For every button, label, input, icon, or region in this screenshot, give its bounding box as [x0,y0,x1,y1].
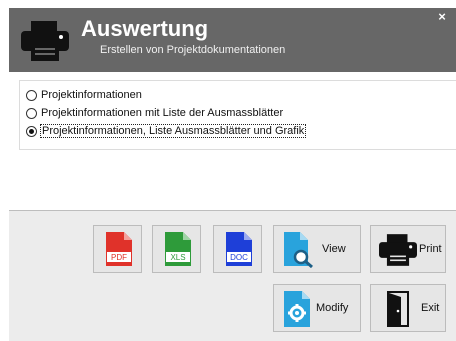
option-project-info-list[interactable]: Projektinformationen mit Liste der Ausma… [26,105,283,121]
close-icon[interactable]: × [435,10,449,24]
print-button[interactable]: Print [370,225,446,273]
view-file-icon [284,232,313,268]
exit-label: Exit [421,302,440,314]
report-options-group: Projektinformationen Projektinformatione… [19,80,456,150]
modify-label: Modify [316,302,349,314]
view-label: View [322,243,346,255]
exit-button[interactable]: Exit [370,284,446,332]
dialog-title: Auswertung [81,16,209,41]
svg-text:XLS: XLS [170,253,185,262]
button-bar: PDF XLS DOC View Print Modify Exit [9,211,456,341]
print-label: Print [419,243,442,255]
radio-button[interactable] [26,89,37,101]
radio-button-selected[interactable] [26,125,37,137]
modify-button[interactable]: Modify [273,284,361,332]
option-label: Projektinformationen, Liste Ausmassblätt… [39,124,307,138]
option-project-info-list-graphic[interactable]: Projektinformationen, Liste Ausmassblätt… [26,123,307,139]
svg-text:DOC: DOC [230,253,248,262]
dialog-header: Auswertung Erstellen von Projektdokument… [9,8,456,72]
exit-door-icon [387,291,409,327]
option-label: Projektinformationen [41,89,142,101]
option-project-info[interactable]: Projektinformationen [26,87,142,103]
printer-icon [21,21,69,61]
export-doc-button[interactable]: DOC [213,225,262,273]
modify-file-icon [284,291,310,327]
export-pdf-button[interactable]: PDF [93,225,142,273]
export-xls-button[interactable]: XLS [152,225,201,273]
view-button[interactable]: View [273,225,361,273]
pdf-file-icon: PDF [106,232,132,266]
xls-file-icon: XLS [165,232,191,266]
doc-file-icon: DOC [226,232,252,266]
radio-button[interactable] [26,107,37,119]
svg-text:PDF: PDF [111,253,127,262]
dialog-subtitle: Erstellen von Projektdokumentationen [100,44,286,56]
option-label: Projektinformationen mit Liste der Ausma… [41,107,284,119]
printer-icon [379,234,417,266]
